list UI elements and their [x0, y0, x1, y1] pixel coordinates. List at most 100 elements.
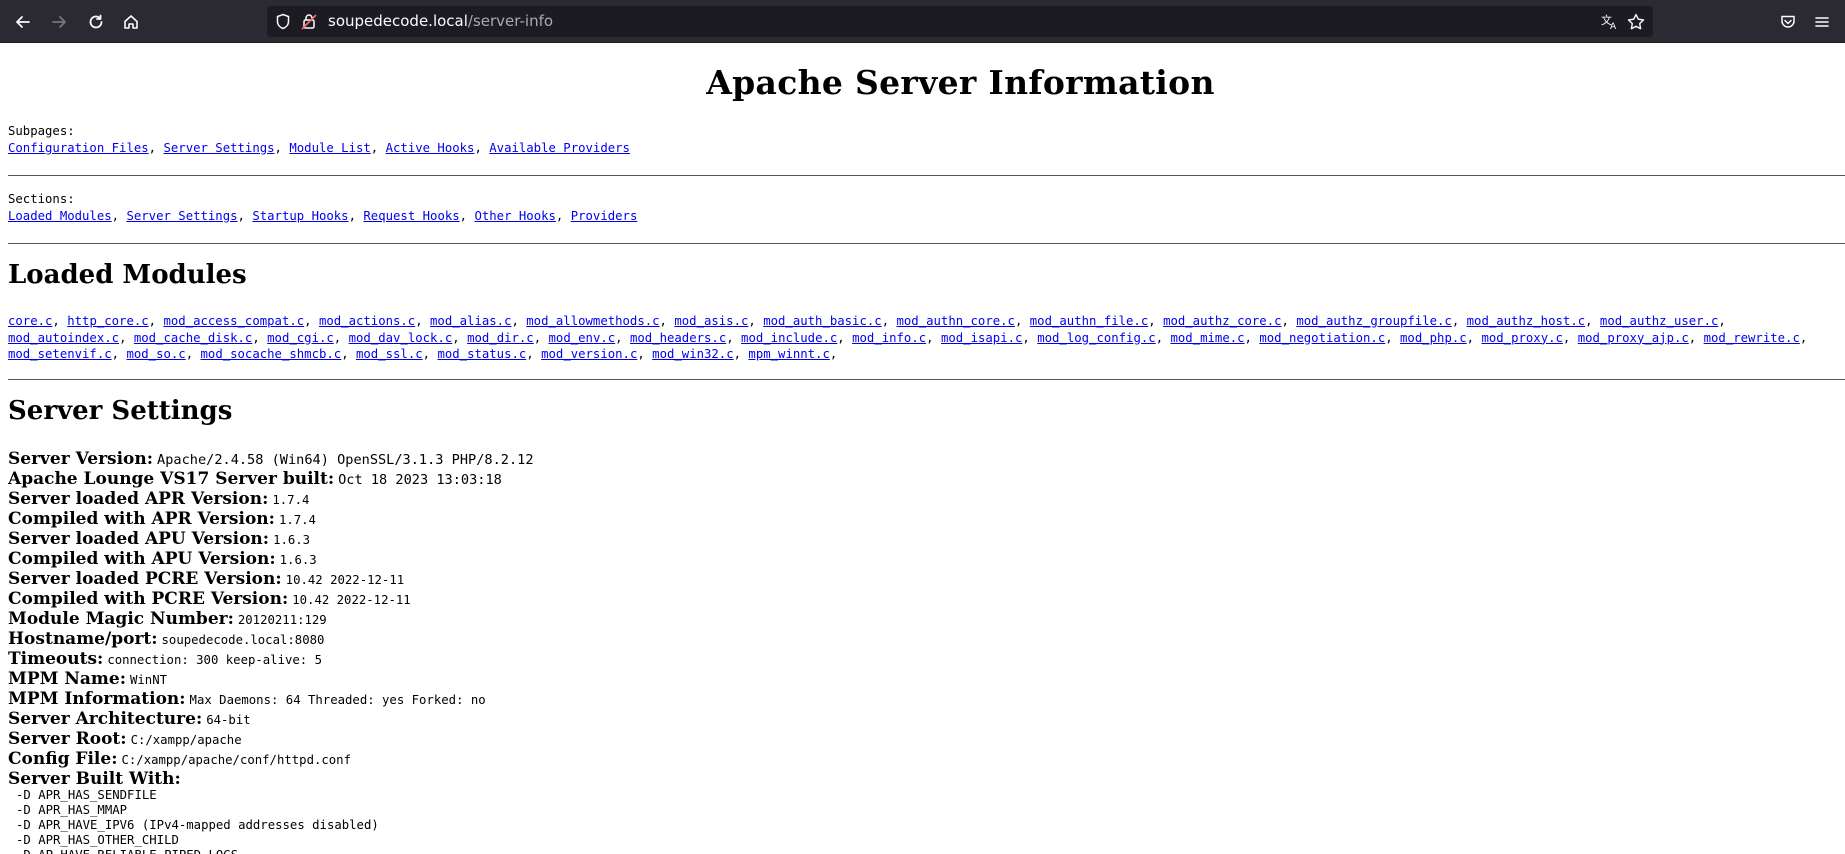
- module-link[interactable]: mod_auth_basic.c: [763, 314, 881, 328]
- setting-row: Compiled with APR Version: 1.7.4: [8, 509, 534, 529]
- loaded-modules-heading: Loaded Modules: [8, 260, 247, 290]
- setting-value: Oct 18 2023 13:03:18: [338, 472, 502, 488]
- setting-key: Apache Lounge VS17 Server built:: [8, 469, 335, 489]
- module-link[interactable]: mod_status.c: [437, 347, 526, 361]
- define-line: -D APR_HAS_SENDFILE: [16, 788, 157, 802]
- module-link[interactable]: mod_access_compat.c: [163, 314, 304, 328]
- module-link[interactable]: mod_allowmethods.c: [526, 314, 659, 328]
- setting-row: Apache Lounge VS17 Server built: Oct 18 2…: [8, 469, 534, 489]
- shield-icon[interactable]: [275, 13, 291, 34]
- module-link[interactable]: mod_actions.c: [319, 314, 415, 328]
- module-link[interactable]: mpm_winnt.c: [748, 347, 829, 361]
- setting-key: Server loaded PCRE Version:: [8, 569, 282, 589]
- bookmark-star-icon[interactable]: [1627, 13, 1645, 34]
- link-server-settings-subpage[interactable]: Server Settings: [163, 141, 274, 155]
- module-link[interactable]: mod_php.c: [1400, 331, 1467, 345]
- setting-key: Compiled with APR Version:: [8, 509, 275, 529]
- url-path: /server-info: [467, 12, 554, 30]
- setting-value: Apache/2.4.58 (Win64) OpenSSL/3.1.3 PHP/…: [157, 452, 534, 468]
- module-link[interactable]: mod_authn_file.c: [1030, 314, 1148, 328]
- module-link[interactable]: mod_authz_core.c: [1163, 314, 1281, 328]
- link-request-hooks[interactable]: Request Hooks: [363, 209, 459, 223]
- module-link[interactable]: mod_asis.c: [674, 314, 748, 328]
- subpages-block: Subpages: Configuration Files, Server Se…: [8, 123, 630, 157]
- setting-key: Server Version:: [8, 449, 154, 469]
- setting-row: Config File: C:/xampp/apache/conf/httpd.c…: [8, 749, 534, 769]
- module-link[interactable]: mod_authz_groupfile.c: [1296, 314, 1451, 328]
- setting-key: Server loaded APU Version:: [8, 529, 270, 549]
- divider: [8, 243, 1845, 244]
- setting-value: C:/xampp/apache: [130, 733, 242, 747]
- module-link[interactable]: mod_dir.c: [467, 331, 534, 345]
- setting-row: MPM Name: WinNT: [8, 669, 534, 689]
- setting-row: Server Root: C:/xampp/apache: [8, 729, 534, 749]
- module-link[interactable]: mod_cache_disk.c: [134, 331, 252, 345]
- module-link[interactable]: mod_negotiation.c: [1259, 331, 1385, 345]
- link-configuration-files[interactable]: Configuration Files: [8, 141, 149, 155]
- define-line: -D APR_HAS_OTHER_CHILD: [16, 833, 179, 847]
- link-server-settings[interactable]: Server Settings: [126, 209, 237, 223]
- setting-row: Server loaded APR Version: 1.7.4: [8, 489, 534, 509]
- setting-row: Compiled with PCRE Version: 10.42 2022-12…: [8, 589, 534, 609]
- page-title: Apache Server Information: [706, 63, 1215, 102]
- home-icon[interactable]: [119, 10, 143, 34]
- module-link[interactable]: http_core.c: [67, 314, 148, 328]
- module-link[interactable]: mod_rewrite.c: [1704, 331, 1800, 345]
- module-link[interactable]: mod_win32.c: [652, 347, 733, 361]
- module-link[interactable]: mod_authn_core.c: [897, 314, 1015, 328]
- setting-key: Server loaded APR Version:: [8, 489, 269, 509]
- link-active-hooks[interactable]: Active Hooks: [386, 141, 475, 155]
- module-link[interactable]: mod_authz_host.c: [1467, 314, 1585, 328]
- setting-key: Config File:: [8, 749, 118, 769]
- address-bar[interactable]: soupedecode.local/server-info 文A: [267, 6, 1653, 37]
- menu-icon[interactable]: [1810, 10, 1834, 34]
- link-other-hooks[interactable]: Other Hooks: [474, 209, 555, 223]
- module-link[interactable]: mod_socache_shmcb.c: [201, 347, 342, 361]
- url-text[interactable]: soupedecode.local/server-info: [328, 12, 553, 30]
- module-link[interactable]: mod_isapi.c: [941, 331, 1022, 345]
- module-link[interactable]: mod_setenvif.c: [8, 347, 112, 361]
- module-link[interactable]: mod_log_config.c: [1037, 331, 1155, 345]
- forward-arrow-icon[interactable]: [47, 10, 71, 34]
- translate-icon[interactable]: 文A: [1601, 13, 1619, 34]
- setting-key: Server Root:: [8, 729, 127, 749]
- module-link[interactable]: mod_alias.c: [430, 314, 511, 328]
- pocket-icon[interactable]: [1776, 10, 1800, 34]
- module-link[interactable]: mod_version.c: [541, 347, 637, 361]
- page-content: Apache Server Information Subpages: Conf…: [8, 43, 1845, 854]
- link-startup-hooks[interactable]: Startup Hooks: [252, 209, 348, 223]
- module-link[interactable]: mod_info.c: [852, 331, 926, 345]
- module-link[interactable]: mod_so.c: [126, 347, 185, 361]
- divider: [8, 379, 1845, 380]
- module-link[interactable]: mod_proxy_ajp.c: [1578, 331, 1689, 345]
- module-link[interactable]: mod_dav_lock.c: [349, 331, 453, 345]
- module-link[interactable]: mod_cgi.c: [267, 331, 334, 345]
- link-module-list[interactable]: Module List: [289, 141, 370, 155]
- module-link[interactable]: mod_env.c: [549, 331, 616, 345]
- setting-value: 20120211:129: [237, 613, 327, 627]
- module-link[interactable]: mod_ssl.c: [356, 347, 423, 361]
- link-available-providers[interactable]: Available Providers: [489, 141, 630, 155]
- setting-value: soupedecode.local:8080: [161, 633, 325, 647]
- link-providers[interactable]: Providers: [571, 209, 638, 223]
- insecure-lock-icon[interactable]: [301, 13, 317, 34]
- setting-row: Server Built With:: [8, 769, 534, 789]
- setting-value: Max Daemons: 64 Threaded: yes Forked: no: [189, 693, 486, 707]
- module-link[interactable]: mod_include.c: [741, 331, 837, 345]
- setting-row: Server loaded PCRE Version: 10.42 2022-12…: [8, 569, 534, 589]
- module-link[interactable]: core.c: [8, 314, 52, 328]
- back-arrow-icon[interactable]: [11, 10, 35, 34]
- setting-key: Compiled with APU Version:: [8, 549, 276, 569]
- server-settings-heading: Server Settings: [8, 396, 233, 426]
- module-link[interactable]: mod_authz_user.c: [1600, 314, 1718, 328]
- setting-key: Compiled with PCRE Version:: [8, 589, 289, 609]
- setting-key: Server Architecture:: [8, 709, 203, 729]
- module-link[interactable]: mod_autoindex.c: [8, 331, 119, 345]
- setting-row: Server Architecture: 64-bit: [8, 709, 534, 729]
- setting-row: Hostname/port: soupedecode.local:8080: [8, 629, 534, 649]
- module-link[interactable]: mod_headers.c: [630, 331, 726, 345]
- link-loaded-modules[interactable]: Loaded Modules: [8, 209, 112, 223]
- module-link[interactable]: mod_mime.c: [1171, 331, 1245, 345]
- module-link[interactable]: mod_proxy.c: [1481, 331, 1562, 345]
- reload-icon[interactable]: [84, 10, 108, 34]
